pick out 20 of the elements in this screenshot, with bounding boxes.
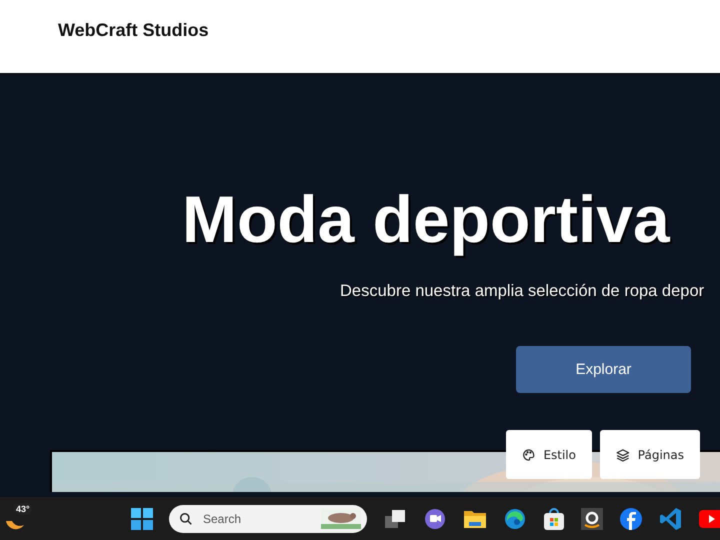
floating-button[interactable]: Páginas bbox=[600, 430, 700, 479]
search-bar[interactable]: Search bbox=[169, 504, 367, 532]
search-field[interactable]: Search bbox=[201, 510, 313, 526]
floating-button[interactable]: Estilo bbox=[506, 430, 592, 479]
social-app-icon[interactable] bbox=[619, 506, 643, 530]
video-app-icon[interactable] bbox=[699, 510, 720, 528]
search-icon bbox=[179, 512, 193, 526]
chat-icon[interactable] bbox=[423, 506, 447, 530]
windows-start-icon[interactable] bbox=[131, 508, 153, 530]
hero-subtitle: Descubre nuestra amplia selección de ropa depor bbox=[340, 282, 706, 301]
layers-icon bbox=[616, 446, 630, 462]
shopping-app-icon[interactable] bbox=[581, 508, 603, 530]
brand-name[interactable]: WebCraft Studios bbox=[58, 20, 209, 41]
store-bag-icon[interactable] bbox=[543, 506, 565, 530]
explore-button[interactable]: Explorar bbox=[516, 346, 691, 393]
task-view-icon[interactable] bbox=[383, 508, 407, 530]
palette-icon bbox=[522, 446, 536, 462]
browser-icon[interactable] bbox=[503, 506, 527, 530]
code-editor-icon[interactable] bbox=[659, 506, 683, 530]
temperature-badge: 43° bbox=[14, 503, 32, 515]
